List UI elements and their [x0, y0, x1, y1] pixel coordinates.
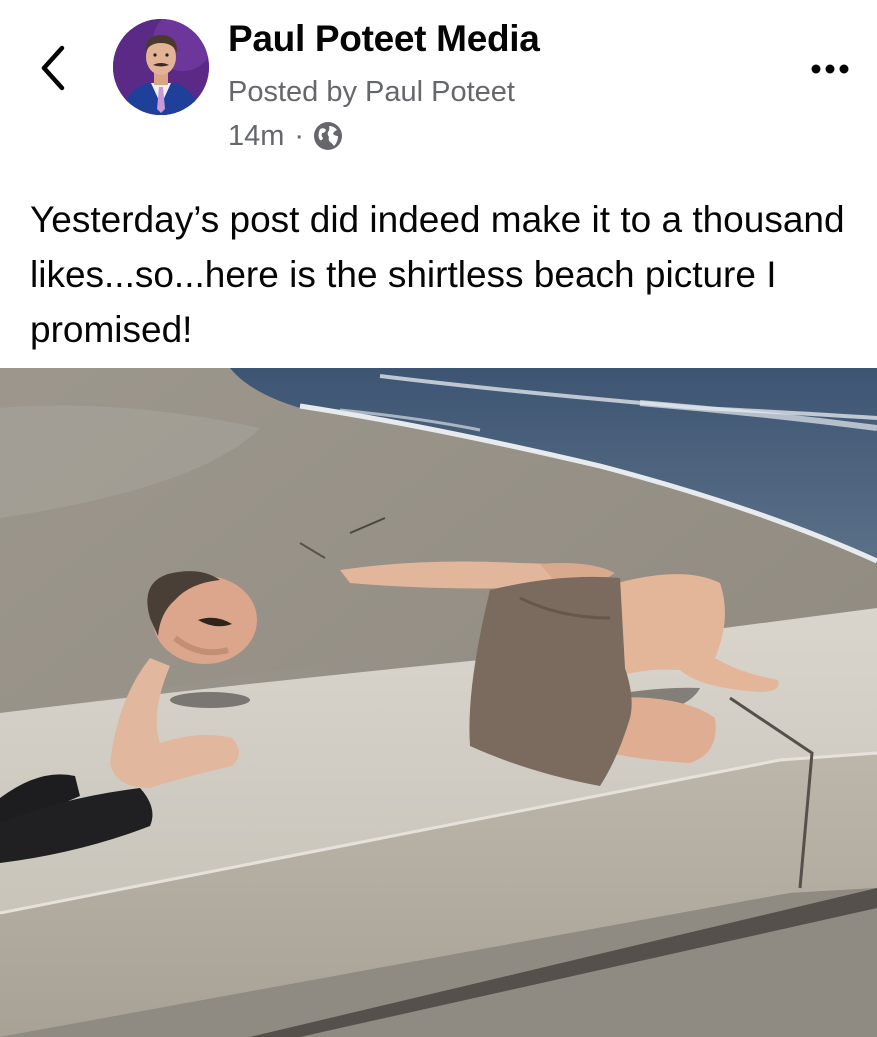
- more-options-button[interactable]: [800, 52, 860, 86]
- post-photo[interactable]: [0, 368, 877, 1037]
- post-meta: 14m ·: [228, 117, 344, 155]
- avatar[interactable]: [113, 19, 209, 115]
- page-name-link[interactable]: Paul Poteet Media: [228, 18, 540, 60]
- post-header: Paul Poteet Media Posted by Paul Poteet …: [0, 0, 877, 170]
- post-message: Yesterday’s post did indeed make it to a…: [30, 199, 845, 350]
- globe-icon[interactable]: [312, 120, 344, 152]
- chevron-left-icon: [41, 45, 65, 91]
- more-horizontal-icon: [811, 64, 849, 74]
- post-timestamp[interactable]: 14m: [228, 120, 284, 153]
- back-button[interactable]: [30, 38, 82, 98]
- meta-separator: ·: [294, 119, 305, 152]
- posted-by-label[interactable]: Posted by Paul Poteet: [228, 76, 515, 109]
